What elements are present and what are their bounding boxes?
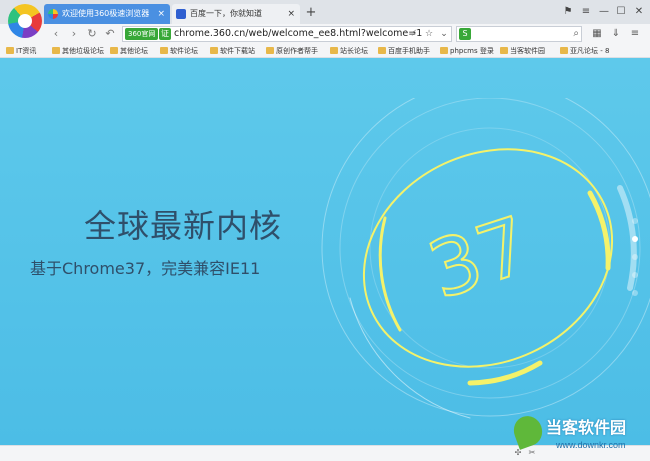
leaf-logo-icon [509,412,547,450]
dial-version-number: 37 [418,201,540,317]
bookmark-item[interactable]: 其他论坛 [110,45,156,57]
tab-welcome[interactable]: 欢迎使用360极速浏览器 × [44,4,170,24]
bookmark-item[interactable]: 亚凡论坛 - 8 [560,45,646,57]
forward-button[interactable]: › [66,26,82,42]
undo-close-button[interactable]: ↶ [102,26,118,42]
welcome-page: 全球最新内核 基于Chrome37，完美兼容IE11 37 [0,58,650,445]
folder-icon [52,47,60,54]
page-headline: 全球最新内核 [84,207,283,245]
page-dot[interactable] [632,290,638,296]
back-button[interactable]: ‹ [48,26,64,42]
address-bar[interactable]: 360官网 证 chrome.360.cn/web/welcome_ee8.ht… [122,26,452,42]
search-engine-icon[interactable]: S [459,28,471,40]
360-browser-icon [48,9,58,19]
search-box[interactable]: S ⌕ [456,26,582,42]
page-dot[interactable] [632,272,638,278]
skin-icon[interactable]: ⚑ [560,3,576,21]
folder-icon [440,47,448,54]
folder-icon [330,47,338,54]
close-tab-icon[interactable]: × [287,4,295,24]
menu-icon[interactable]: ≡ [628,26,642,42]
new-tab-button[interactable]: + [303,5,319,21]
tab-bar: 欢迎使用360极速浏览器 × 百度一下，你就知道 × + ⚑ ≡ — ☐ ✕ [0,0,650,24]
bookmark-item[interactable]: 当客软件园 [500,45,552,57]
page-subheadline: 基于Chrome37，完美兼容IE11 [30,259,261,278]
page-dot[interactable] [632,218,638,224]
browser-window: 欢迎使用360极速浏览器 × 百度一下，你就知道 × + ⚑ ≡ — ☐ ✕ ‹… [0,0,650,461]
apps-icon[interactable]: ▦ [590,26,604,42]
bookmark-item[interactable]: 原创作者帮手 [266,45,328,57]
folder-icon [560,47,568,54]
page-dot[interactable] [632,254,638,260]
tab-label: 百度一下，你就知道 [190,9,262,18]
360-browser-logo [8,4,42,38]
chrome-37-dial-graphic: 37 [321,98,650,419]
certificate-icon[interactable]: 证 [159,28,171,40]
bookmark-star-icon[interactable]: ☆ [422,27,436,41]
folder-icon [110,47,118,54]
tab-label: 欢迎使用360极速浏览器 [62,9,150,18]
bookmark-item[interactable]: IT资讯 [6,45,50,57]
site-badge[interactable]: 360官网 [125,28,159,40]
bookmark-item[interactable]: 百度手机助手 [378,45,436,57]
refresh-button[interactable]: ↻ [84,26,100,42]
bookmark-item[interactable]: 其他垃圾论坛 [52,45,106,57]
url-text[interactable]: chrome.360.cn/web/welcome_ee8.html?welco… [174,27,422,41]
search-icon[interactable]: ⌕ [573,27,579,41]
watermark-title: 当客软件园 [546,418,627,437]
bolt-icon[interactable]: ⚡ [407,27,421,41]
watermark-url: www.downkr.com [556,440,626,450]
close-tab-icon[interactable]: × [157,4,165,24]
folder-icon [378,47,386,54]
site-watermark: 当客软件园 www.downkr.com [509,410,650,461]
bookmarks-bar: IT资讯 其他垃圾论坛 其他论坛 软件论坛 软件下载站 原创作者帮手 站长论坛 … [0,44,650,58]
page-dot-active[interactable] [632,236,638,242]
page-indicator [632,218,640,308]
download-icon[interactable]: ⇓ [609,26,623,42]
bookmark-item[interactable]: 软件论坛 [160,45,206,57]
tab-baidu[interactable]: 百度一下，你就知道 × [172,4,300,24]
bookmark-item[interactable]: 站长论坛 [330,45,376,57]
baidu-icon [176,9,186,19]
bookmark-item[interactable]: 软件下载站 [210,45,264,57]
folder-icon [160,47,168,54]
navigation-bar: ‹ › ↻ ↶ 360官网 证 chrome.360.cn/web/welcom… [0,24,650,44]
folder-icon [500,47,508,54]
folder-icon [266,47,274,54]
close-window-button[interactable]: ✕ [631,3,647,21]
chevron-down-icon[interactable]: ⌄ [437,27,451,41]
folder-icon [6,47,14,54]
minimize-button[interactable]: — [596,3,612,21]
folder-icon [210,47,218,54]
maximize-button[interactable]: ☐ [613,3,629,21]
bookmark-item[interactable]: phpcms 登录 [440,45,496,57]
menu-icon[interactable]: ≡ [578,3,594,21]
